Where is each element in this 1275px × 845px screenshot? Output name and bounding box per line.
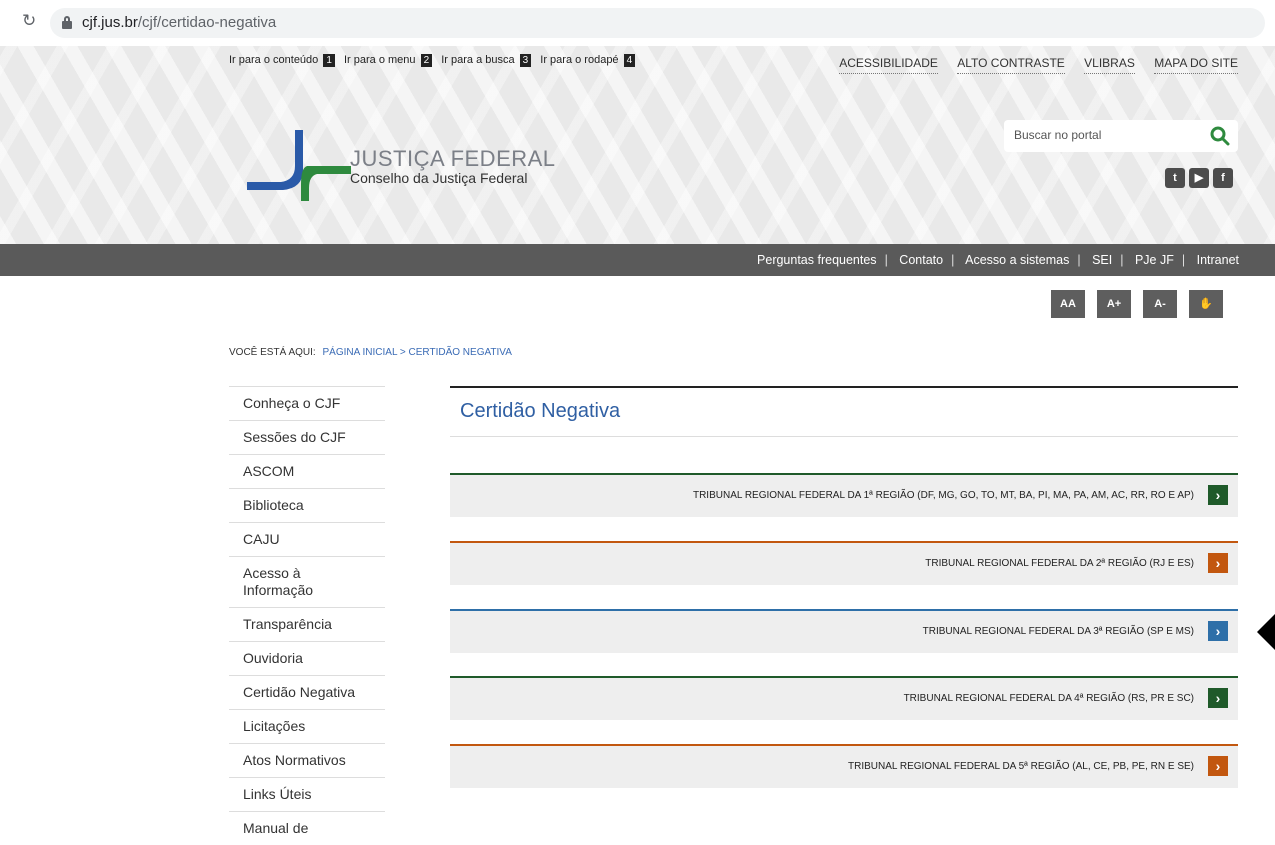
justica-federal-logo[interactable] — [247, 126, 357, 201]
nav-sei[interactable]: SEI — [1092, 253, 1112, 267]
nav-systems[interactable]: Acesso a sistemas — [965, 253, 1069, 267]
link-site-map[interactable]: MAPA DO SITE — [1154, 56, 1238, 74]
trf-region-label[interactable]: TRIBUNAL REGIONAL FEDERAL DA 3ª REGIÃO (… — [923, 626, 1194, 637]
breadcrumb-path[interactable]: PÁGINA INICIAL > CERTIDÃO NEGATIVA — [322, 347, 511, 358]
trf-region-3[interactable]: TRIBUNAL REGIONAL FEDERAL DA 3ª REGIÃO (… — [450, 609, 1238, 653]
sidebar-item-ascom[interactable]: ASCOM — [229, 454, 385, 488]
sign-language-icon[interactable]: ✋ — [1189, 290, 1223, 318]
search-icon[interactable] — [1210, 126, 1230, 146]
sidebar-item-conheca[interactable]: Conheça o CJF — [229, 386, 385, 420]
breadcrumb: VOCÊ ESTÁ AQUI: PÁGINA INICIAL > CERTIDÃ… — [229, 347, 512, 358]
nav-separator: | — [951, 253, 955, 267]
link-accessibility[interactable]: ACESSIBILIDADE — [839, 56, 938, 74]
trf-region-label[interactable]: TRIBUNAL REGIONAL FEDERAL DA 1ª REGIÃO (… — [693, 490, 1194, 501]
sidebar-item-sessoes[interactable]: Sessões do CJF — [229, 420, 385, 454]
trf-region-4[interactable]: TRIBUNAL REGIONAL FEDERAL DA 4ª REGIÃO (… — [450, 676, 1238, 720]
facebook-icon[interactable]: f — [1213, 168, 1233, 188]
sidebar-item-ouvidoria[interactable]: Ouvidoria — [229, 641, 385, 675]
sidebar-item-biblioteca[interactable]: Biblioteca — [229, 488, 385, 522]
top-utility-links: ACESSIBILIDADE ALTO CONTRASTE VLIBRAS MA… — [823, 56, 1238, 74]
font-decrease-button[interactable]: A- — [1143, 290, 1177, 318]
nav-separator: | — [1181, 253, 1186, 267]
chevron-right-icon[interactable]: › — [1208, 553, 1228, 573]
nav-contact[interactable]: Contato — [899, 253, 943, 267]
sidebar-item-links-uteis[interactable]: Links Úteis — [229, 777, 385, 811]
title-divider — [450, 436, 1238, 437]
nav-separator: | — [1077, 253, 1081, 267]
logo-title: JUSTIÇA FEDERAL — [350, 146, 556, 171]
url-text[interactable]: cjf.jus.br/cjf/certidao-negativa — [82, 14, 276, 31]
skip-link-footer[interactable]: Ir para o rodapé 4 — [540, 54, 636, 67]
skip-link-content[interactable]: Ir para o conteúdo 1 — [229, 54, 335, 67]
chevron-right-icon[interactable]: › — [1208, 485, 1228, 505]
main-navbar: Perguntas frequentes | Contato | Acesso a … — [0, 244, 1275, 276]
link-vlibras[interactable]: VLIBRAS — [1084, 56, 1135, 74]
title-top-border — [450, 386, 1238, 388]
search-box — [1004, 120, 1238, 152]
link-high-contrast[interactable]: ALTO CONTRASTE — [957, 56, 1065, 74]
font-reset-button[interactable]: AA — [1051, 290, 1085, 318]
nav-faq[interactable]: Perguntas frequentes — [757, 253, 877, 267]
sidebar-item-manual[interactable]: Manual de — [229, 811, 385, 845]
font-size-controls: AA A+ A- ✋ — [1051, 290, 1223, 318]
youtube-icon[interactable]: ▶ — [1189, 168, 1209, 188]
trf-region-label[interactable]: TRIBUNAL REGIONAL FEDERAL DA 4ª REGIÃO (… — [904, 693, 1194, 704]
skip-links: Ir para o conteúdo 1 Ir para o menu 2 Ir… — [229, 54, 641, 67]
address-bar[interactable]: cjf.jus.br/cjf/certidao-negativa — [50, 8, 1265, 38]
sidebar-menu: Conheça o CJF Sessões do CJF ASCOM Bibli… — [229, 386, 385, 845]
chevron-right-icon[interactable]: › — [1208, 756, 1228, 776]
page-title: Certidão Negativa — [460, 400, 621, 422]
sidebar-item-certidao-negativa[interactable]: Certidão Negativa — [229, 675, 385, 709]
skip-link-search[interactable]: Ir para a busca 3 — [441, 54, 532, 67]
sidebar-item-caju[interactable]: CAJU — [229, 522, 385, 556]
social-links: t ▶ f — [1165, 168, 1233, 188]
chevron-right-icon[interactable]: › — [1208, 688, 1228, 708]
trf-region-label[interactable]: TRIBUNAL REGIONAL FEDERAL DA 5ª REGIÃO (… — [848, 761, 1194, 772]
lock-icon[interactable] — [62, 16, 72, 29]
skip-link-menu[interactable]: Ir para o menu 2 — [344, 54, 433, 67]
sidebar-item-atos-normativos[interactable]: Atos Normativos — [229, 743, 385, 777]
sidebar-item-licitacoes[interactable]: Licitações — [229, 709, 385, 743]
trf-region-1[interactable]: TRIBUNAL REGIONAL FEDERAL DA 1ª REGIÃO (… — [450, 473, 1238, 517]
sidebar-item-transparencia[interactable]: Transparência — [229, 607, 385, 641]
font-increase-button[interactable]: A+ — [1097, 290, 1131, 318]
logo-subtitle: Conselho da Justiça Federal — [350, 170, 528, 186]
trf-region-label[interactable]: TRIBUNAL REGIONAL FEDERAL DA 2ª REGIÃO (… — [925, 558, 1194, 569]
browser-toolbar: ↻ cjf.jus.br/cjf/certidao-negativa — [0, 0, 1275, 46]
chevron-right-icon[interactable]: › — [1208, 621, 1228, 641]
nav-pje[interactable]: PJe JF — [1135, 253, 1174, 267]
cursor-pointer-icon — [1257, 614, 1275, 650]
main-content: Certidão Negativa TRIBUNAL REGIONAL FEDE… — [450, 386, 1238, 788]
site-header: Ir para o conteúdo 1 Ir para o menu 2 Ir… — [0, 46, 1275, 244]
trf-region-2[interactable]: TRIBUNAL REGIONAL FEDERAL DA 2ª REGIÃO (… — [450, 541, 1238, 585]
sidebar-item-acesso-informacao[interactable]: Acesso à Informação — [229, 556, 385, 607]
reload-icon[interactable]: ↻ — [22, 11, 36, 31]
nav-intranet[interactable]: Intranet — [1197, 253, 1239, 267]
trf-region-5[interactable]: TRIBUNAL REGIONAL FEDERAL DA 5ª REGIÃO (… — [450, 744, 1238, 788]
nav-separator: | — [884, 253, 888, 267]
twitter-icon[interactable]: t — [1165, 168, 1185, 188]
breadcrumb-prefix: VOCÊ ESTÁ AQUI: — [229, 347, 316, 358]
search-input[interactable] — [1012, 127, 1196, 143]
nav-separator: | — [1120, 253, 1124, 267]
